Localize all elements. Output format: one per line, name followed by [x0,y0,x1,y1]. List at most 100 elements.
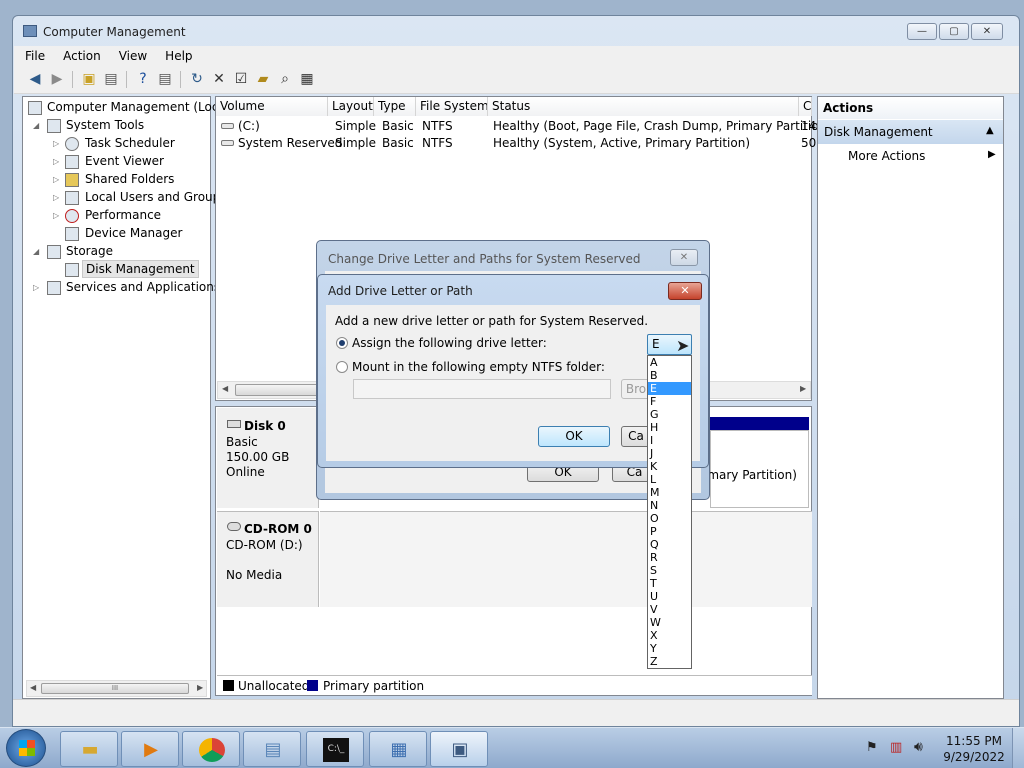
tree-event-viewer[interactable]: Event Viewer [85,152,164,170]
delete-icon[interactable]: ✕ [210,70,228,88]
cmd-taskbar-button[interactable]: C:\_ [306,731,364,767]
collapse-triangle-icon[interactable]: ◢ [33,247,39,256]
drive-letter-option[interactable]: X [648,629,691,642]
scroll-thumb[interactable] [235,384,325,396]
tree-root[interactable]: Computer Management (Local [47,98,229,116]
drive-letter-option[interactable]: E [648,382,691,395]
explorer-taskbar-button[interactable]: ▬ [60,731,118,767]
drive-letter-option[interactable]: I [648,434,691,447]
tree-performance[interactable]: Performance [85,206,161,224]
column-type[interactable]: Type [374,97,416,116]
show-desktop-button[interactable] [1012,728,1024,768]
menu-file[interactable]: File [14,46,52,63]
refresh-icon[interactable]: ↻ [188,70,206,88]
drive-letter-option[interactable]: H [648,421,691,434]
folder-path-input[interactable] [353,379,611,399]
clock-time[interactable]: 11:55 PM [944,734,1004,748]
actions-section-disk-management[interactable]: Disk Management ▲ [818,120,1003,144]
drive-letter-option[interactable]: S [648,564,691,577]
outer-close-button[interactable]: ✕ [670,249,698,266]
drive-letter-option[interactable]: A [648,356,691,369]
column-status[interactable]: Status [488,97,799,116]
mount-folder-label[interactable]: Mount in the following empty NTFS folder… [352,360,605,374]
scroll-thumb[interactable]: III [41,683,189,694]
drive-letter-option[interactable]: Y [648,642,691,655]
open-folder-icon[interactable]: ▰ [254,70,272,88]
drive-letter-option[interactable]: U [648,590,691,603]
scroll-right-icon[interactable]: ▶ [800,384,806,393]
back-arrow-icon[interactable]: ◀ [26,70,44,88]
minimize-button[interactable]: — [907,23,937,40]
cdrom0-info[interactable]: CD-ROM 0 CD-ROM (D:) No Media [217,511,319,607]
tree-task-scheduler[interactable]: Task Scheduler [85,134,175,152]
scroll-left-icon[interactable]: ◀ [222,384,228,393]
control-panel-taskbar-button[interactable]: ▦ [369,731,427,767]
expand-triangle-icon[interactable]: ▷ [33,283,39,292]
expand-triangle-icon[interactable]: ▷ [53,175,59,184]
disk0-info[interactable]: Disk 0 Basic 150.00 GB Online [217,408,319,508]
partition-block[interactable]: imary Partition) [704,430,809,508]
tree-local-users[interactable]: Local Users and Groups [85,188,227,206]
scroll-right-icon[interactable]: ▶ [197,683,203,692]
expand-triangle-icon[interactable]: ▷ [53,211,59,220]
clock-date[interactable]: 9/29/2022 [940,750,1008,764]
expand-triangle-icon[interactable]: ▷ [53,193,59,202]
tree-disk-management[interactable]: Disk Management [82,260,199,278]
help-icon[interactable]: ? [134,70,152,88]
computer-management-taskbar-button[interactable]: ▣ [430,731,488,767]
close-button[interactable]: ✕ [971,23,1003,40]
assign-letter-radio[interactable] [336,337,348,349]
tree-horizontal-scrollbar[interactable]: ◀ III ▶ [26,680,207,697]
drive-letter-option[interactable]: Q [648,538,691,551]
tree-device-manager[interactable]: Device Manager [85,224,182,242]
assign-letter-label[interactable]: Assign the following drive letter: [352,336,547,350]
tree-system-tools[interactable]: System Tools [66,116,144,134]
up-folder-icon[interactable]: ▣ [80,70,98,88]
properties-icon[interactable]: ☑ [232,70,250,88]
drive-letter-option[interactable]: Z [648,655,691,668]
drive-letter-option[interactable]: F [648,395,691,408]
drive-letter-option[interactable]: L [648,473,691,486]
drive-letter-option[interactable]: T [648,577,691,590]
drive-letter-option[interactable]: B [648,369,691,382]
collapse-up-icon[interactable]: ▲ [986,125,994,136]
action-pane-icon[interactable]: ▤ [156,70,174,88]
drive-letter-option[interactable]: K [648,460,691,473]
drive-letter-option[interactable]: P [648,525,691,538]
media-player-taskbar-button[interactable]: ▶ [121,731,179,767]
title-bar[interactable]: Computer Management — ▢ ✕ [13,16,1019,46]
menu-view[interactable]: View [108,46,154,63]
notepad-taskbar-button[interactable]: ▤ [243,731,301,767]
volume-icon[interactable]: 🔊︎ [914,739,923,755]
column-volume[interactable]: Volume [216,97,328,116]
maximize-button[interactable]: ▢ [939,23,969,40]
drive-letter-option[interactable]: R [648,551,691,564]
tree-storage[interactable]: Storage [66,242,113,260]
column-capacity[interactable]: C [799,97,812,116]
chrome-taskbar-button[interactable] [182,731,240,767]
menu-action[interactable]: Action [52,46,108,63]
drive-letter-option[interactable]: V [648,603,691,616]
column-file-system[interactable]: File System [416,97,488,116]
start-button[interactable] [6,729,46,767]
drive-letter-option[interactable]: N [648,499,691,512]
table-row[interactable]: (C:) Simple Basic NTFS Healthy (Boot, Pa… [216,118,831,135]
disk-properties-icon[interactable]: ▦ [298,70,316,88]
dialog-close-button[interactable]: ✕ [668,282,702,300]
drive-letter-option[interactable]: M [648,486,691,499]
network-icon[interactable]: ▥ [890,740,902,755]
drive-letter-option[interactable]: O [648,512,691,525]
collapse-triangle-icon[interactable]: ◢ [33,121,39,130]
drive-letter-dropdown[interactable]: ABEFGHIJKLMNOPQRSTUVWXYZ [647,355,692,669]
mount-folder-radio[interactable] [336,361,348,373]
drive-letter-option[interactable]: G [648,408,691,421]
tree-services-apps[interactable]: Services and Applications [66,278,220,296]
expand-triangle-icon[interactable]: ▷ [53,139,59,148]
more-actions[interactable]: More Actions ▶ [818,146,1003,166]
forward-arrow-icon[interactable]: ▶ [48,70,66,88]
ok-button[interactable]: OK [538,426,610,447]
drive-letter-option[interactable]: J [648,447,691,460]
action-center-icon[interactable]: ⚑ [866,740,878,755]
search-icon[interactable]: ⌕ [276,70,294,88]
scroll-left-icon[interactable]: ◀ [30,683,36,692]
